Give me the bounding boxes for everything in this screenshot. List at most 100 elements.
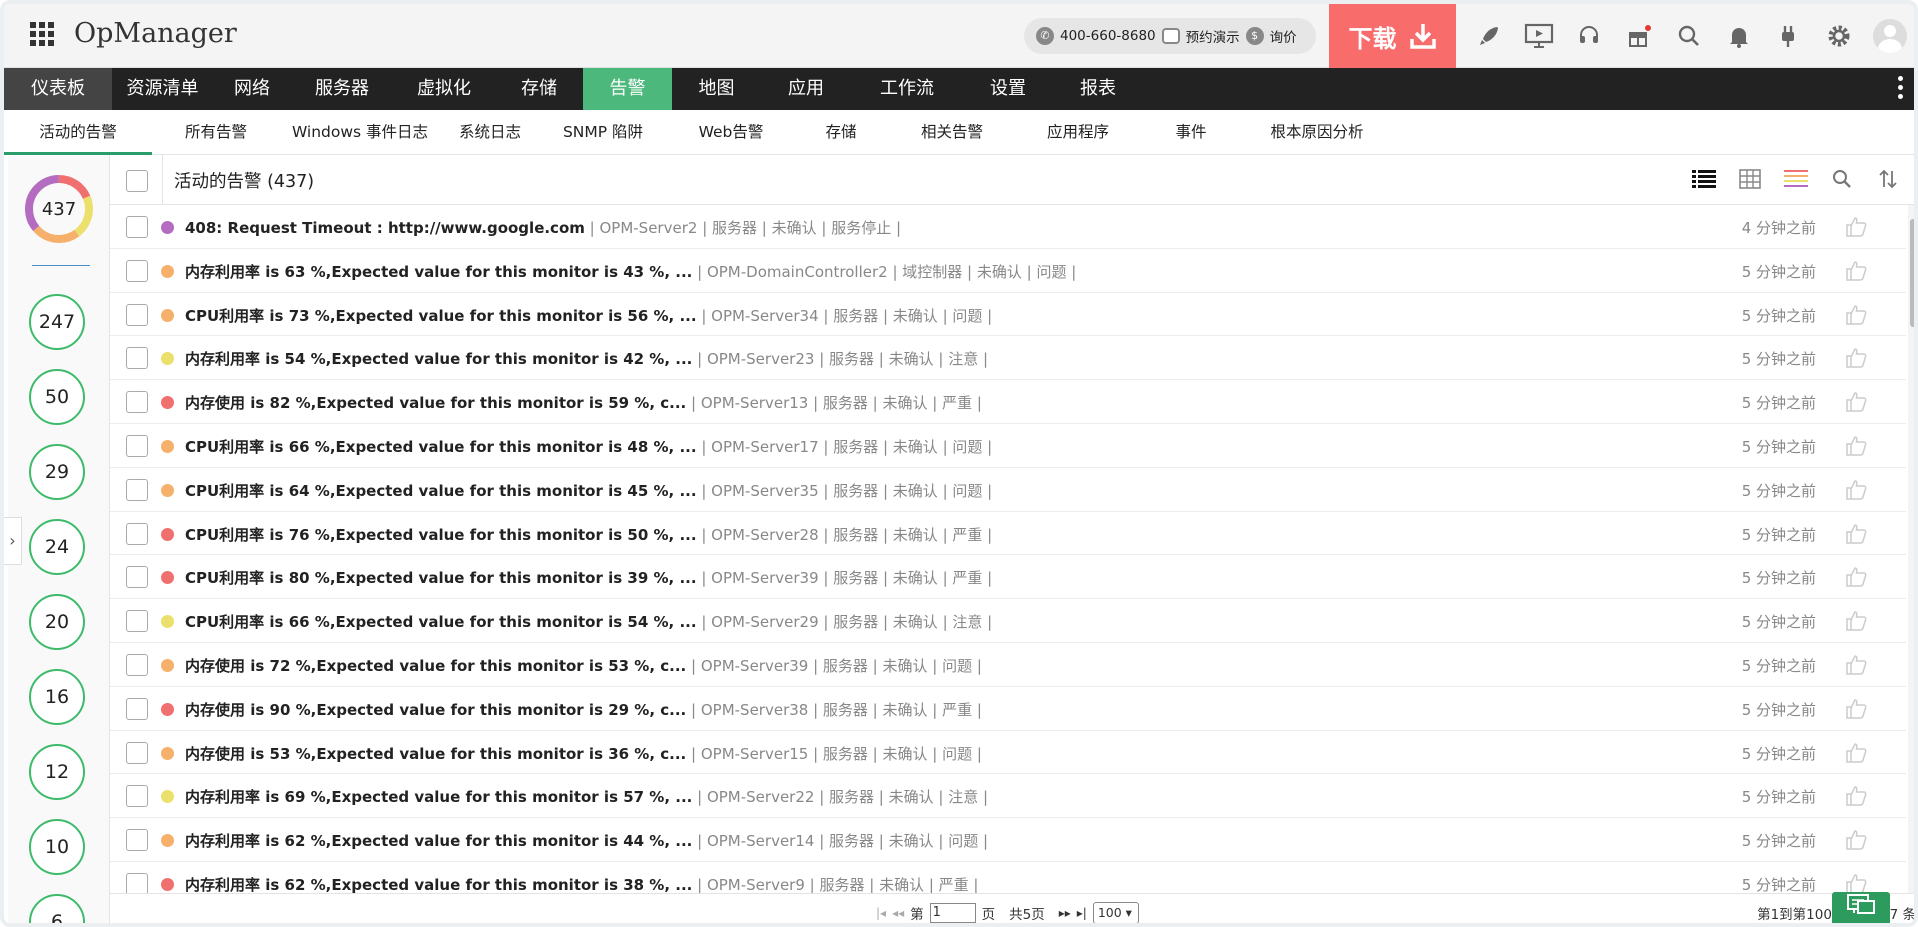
row-checkbox[interactable] [126, 478, 148, 501]
tab-web-alarms[interactable]: Web告警 [666, 110, 796, 155]
chat-icon[interactable] [1832, 892, 1890, 923]
thumbs-up-icon[interactable] [1844, 565, 1868, 589]
total-alarms-donut[interactable]: 437 [23, 173, 95, 245]
table-row[interactable]: 内存利用率 is 62 %,Expected value for this mo… [110, 818, 1906, 862]
nav-servers[interactable]: 服务器 [291, 68, 393, 110]
price-link[interactable]: 询价 [1270, 26, 1297, 46]
alarm-message[interactable]: 内存使用 is 82 %,Expected value for this mon… [185, 392, 982, 413]
nav-dashboard[interactable]: 仪表板 [4, 68, 112, 110]
thumbs-up-icon[interactable] [1844, 215, 1868, 239]
row-checkbox[interactable] [126, 610, 148, 633]
table-row[interactable]: CPU利用率 is 80 %,Expected value for this m… [110, 555, 1906, 600]
phone-number[interactable]: 400-660-8680 [1060, 28, 1156, 44]
count-badge-4[interactable]: 24 [29, 519, 85, 575]
row-checkbox[interactable] [126, 697, 148, 720]
prev-page-icon[interactable]: ◂◂ [892, 906, 904, 920]
count-badge-9[interactable]: 6 [29, 894, 85, 923]
sort-icon[interactable] [1876, 167, 1900, 191]
row-checkbox[interactable] [126, 829, 148, 852]
table-row[interactable]: CPU利用率 is 66 %,Expected value for this m… [110, 599, 1906, 643]
nav-inventory[interactable]: 资源清单 [112, 68, 213, 110]
page-input[interactable]: 1 [929, 903, 976, 923]
page-size-select[interactable]: 100 ▾ [1092, 902, 1139, 923]
thumbs-up-icon[interactable] [1844, 259, 1868, 283]
alarm-message[interactable]: 内存利用率 is 63 %,Expected value for this mo… [185, 261, 1076, 282]
alarm-message[interactable]: 内存使用 is 53 %,Expected value for this mon… [185, 743, 982, 764]
row-checkbox[interactable] [126, 653, 148, 676]
count-badge-1[interactable]: 247 [29, 294, 85, 350]
alarm-message[interactable]: CPU利用率 is 66 %,Expected value for this m… [185, 611, 992, 632]
tab-applications[interactable]: 应用程序 [1018, 110, 1138, 155]
app-logo[interactable]: OpManager [74, 18, 237, 49]
nav-reports[interactable]: 报表 [1053, 68, 1143, 110]
table-row[interactable]: 内存使用 is 90 %,Expected value for this mon… [110, 687, 1906, 731]
tab-root-cause[interactable]: 根本原因分析 [1244, 110, 1390, 155]
table-row[interactable]: CPU利用率 is 76 %,Expected value for this m… [110, 512, 1906, 556]
table-row[interactable]: 内存利用率 is 69 %,Expected value for this mo… [110, 774, 1906, 819]
avatar[interactable] [1864, 4, 1914, 68]
thumbs-up-icon[interactable] [1844, 828, 1868, 852]
tab-storage[interactable]: 存储 [796, 110, 886, 155]
row-checkbox[interactable] [126, 216, 148, 238]
tab-events[interactable]: 事件 [1138, 110, 1244, 155]
plug-icon[interactable] [1764, 4, 1814, 68]
table-row[interactable]: 内存使用 is 53 %,Expected value for this mon… [110, 731, 1906, 775]
row-checkbox[interactable] [126, 303, 148, 326]
thumbs-up-icon[interactable] [1844, 784, 1868, 808]
next-page-icon[interactable]: ▸▸ [1059, 906, 1071, 920]
alarm-message[interactable]: CPU利用率 is 73 %,Expected value for this m… [185, 305, 992, 326]
count-badge-3[interactable]: 29 [29, 444, 85, 500]
count-badge-8[interactable]: 10 [29, 819, 85, 875]
nav-settings[interactable]: 设置 [963, 68, 1053, 110]
thumbs-up-icon[interactable] [1844, 478, 1868, 502]
first-page-icon[interactable]: |◂ [876, 906, 886, 920]
alarm-message[interactable]: 内存使用 is 90 %,Expected value for this mon… [185, 699, 982, 720]
alarm-message[interactable]: CPU利用率 is 80 %,Expected value for this m… [185, 567, 992, 588]
row-checkbox[interactable] [126, 259, 148, 282]
table-row[interactable]: 内存使用 is 82 %,Expected value for this mon… [110, 380, 1906, 424]
alarm-message[interactable]: 408: Request Timeout : http://www.google… [185, 217, 901, 238]
thumbs-up-icon[interactable] [1844, 653, 1868, 677]
count-badge-7[interactable]: 12 [29, 744, 85, 800]
tab-related-alarms[interactable]: 相关告警 [886, 110, 1018, 155]
row-checkbox[interactable] [126, 741, 148, 764]
table-row[interactable]: CPU利用率 is 64 %,Expected value for this m… [110, 468, 1906, 512]
row-checkbox[interactable] [126, 522, 148, 545]
table-row[interactable]: CPU利用率 is 73 %,Expected value for this m… [110, 293, 1906, 337]
table-row[interactable]: CPU利用率 is 66 %,Expected value for this m… [110, 424, 1906, 468]
tab-windows-eventlog[interactable]: Windows 事件日志 [280, 110, 440, 155]
severity-view-icon[interactable] [1784, 167, 1808, 191]
gear-icon[interactable] [1814, 4, 1864, 68]
thumbs-up-icon[interactable] [1844, 697, 1868, 721]
alarm-message[interactable]: 内存利用率 is 54 %,Expected value for this mo… [185, 348, 988, 369]
app-launcher-icon[interactable] [30, 22, 54, 46]
presentation-icon[interactable] [1514, 4, 1564, 68]
expand-panel-chevron-icon[interactable]: › [4, 517, 22, 565]
row-checkbox[interactable] [126, 434, 148, 457]
tab-active-alarms[interactable]: 活动的告警 [4, 110, 152, 155]
table-row[interactable]: 内存使用 is 72 %,Expected value for this mon… [110, 643, 1906, 687]
thumbs-up-icon[interactable] [1844, 741, 1868, 765]
table-row[interactable]: 内存利用率 is 62 %,Expected value for this mo… [110, 862, 1906, 893]
headset-icon[interactable] [1564, 4, 1614, 68]
alarm-message[interactable]: CPU利用率 is 76 %,Expected value for this m… [185, 524, 992, 545]
last-page-icon[interactable]: ▸| [1077, 906, 1087, 920]
nav-alarms[interactable]: 告警 [583, 68, 672, 110]
row-checkbox[interactable] [126, 566, 148, 589]
select-all-checkbox[interactable] [126, 170, 148, 192]
thumbs-up-icon[interactable] [1844, 522, 1868, 546]
nav-workflow[interactable]: 工作流 [851, 68, 963, 110]
row-checkbox[interactable] [126, 872, 148, 893]
search-icon[interactable] [1830, 167, 1854, 191]
count-badge-2[interactable]: 50 [29, 369, 85, 425]
thumbs-up-icon[interactable] [1844, 346, 1868, 370]
gift-icon[interactable] [1614, 4, 1664, 68]
nav-network[interactable]: 网络 [213, 68, 291, 110]
alarm-message[interactable]: CPU利用率 is 66 %,Expected value for this m… [185, 436, 992, 457]
count-badge-6[interactable]: 16 [29, 669, 85, 725]
table-row[interactable]: 内存利用率 is 63 %,Expected value for this mo… [110, 249, 1906, 293]
tab-snmp-traps[interactable]: SNMP 陷阱 [540, 110, 666, 155]
nav-maps[interactable]: 地图 [672, 68, 761, 110]
nav-virtualization[interactable]: 虚拟化 [393, 68, 495, 110]
download-button[interactable]: 下载 [1329, 4, 1456, 68]
